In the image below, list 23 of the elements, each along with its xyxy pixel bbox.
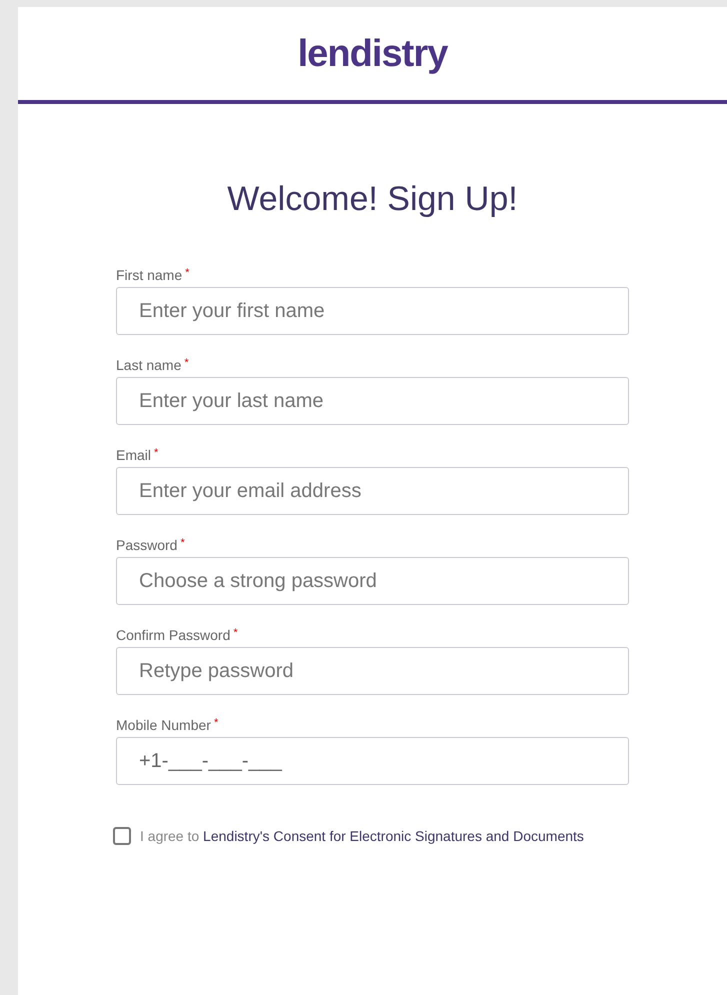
input-field[interactable]: Enter your email address: [116, 467, 629, 515]
input-field[interactable]: Enter your last name: [116, 377, 629, 425]
required-mark: *: [214, 718, 218, 729]
field-label: Confirm Password: [116, 628, 230, 642]
input-field[interactable]: Retype password: [116, 647, 629, 695]
field-label: Password: [116, 538, 178, 552]
field-label: Last name: [116, 358, 182, 372]
required-mark: *: [180, 538, 185, 549]
consent-text: I agree to: [140, 828, 200, 844]
field-label: Mobile Number: [116, 718, 211, 732]
consent-link[interactable]: Lendistry's Consent for Electronic Signatures and Documents: [203, 828, 584, 844]
page-title: Welcome! Sign Up!: [226, 182, 519, 216]
input-field[interactable]: Choose a strong password: [116, 557, 629, 605]
field-label: First name: [116, 268, 182, 282]
required-mark: *: [184, 358, 189, 369]
input-field[interactable]: +1-___-___-___: [116, 737, 629, 785]
consent-checkbox[interactable]: [113, 826, 131, 845]
logo: lendistry: [298, 34, 448, 72]
required-mark: *: [233, 628, 238, 639]
input-field[interactable]: Enter your first name: [116, 287, 629, 335]
required-mark: *: [154, 448, 158, 459]
required-mark: *: [185, 268, 190, 279]
field-label: Email: [116, 448, 152, 462]
